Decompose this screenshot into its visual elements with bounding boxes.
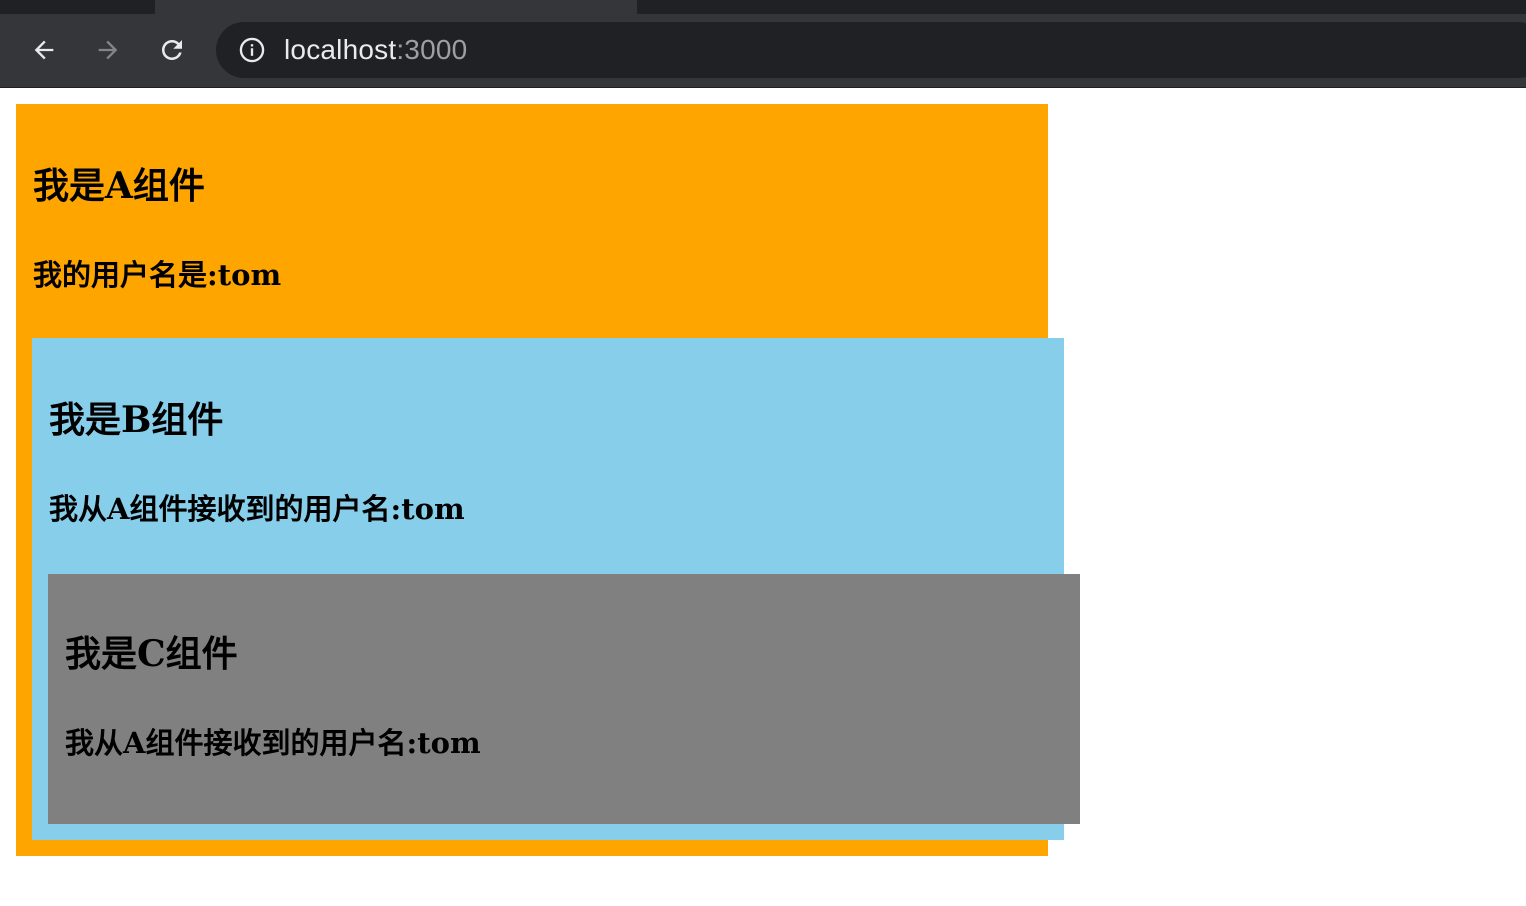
site-info-icon[interactable]: [236, 34, 268, 66]
forward-arrow-icon: [98, 40, 118, 60]
active-tab[interactable]: [155, 0, 637, 14]
reload-button[interactable]: [152, 30, 192, 70]
component-b-username: 我从A组件接收到的用户名:tom: [49, 492, 465, 526]
browser-toolbar: localhost:3000: [0, 0, 1526, 88]
info-icon: [239, 37, 265, 63]
inactive-tab-left[interactable]: [0, 0, 155, 14]
address-bar[interactable]: localhost:3000: [216, 22, 1526, 78]
url-host: localhost: [284, 34, 397, 65]
url-port: :3000: [396, 34, 468, 65]
reload-icon: [162, 40, 182, 60]
back-button[interactable]: [24, 30, 64, 70]
component-b-title: 我是B组件: [49, 399, 224, 441]
component-a-username: 我的用户名是:tom: [33, 258, 282, 292]
url-text[interactable]: localhost:3000: [284, 34, 467, 66]
component-c: 我是C组件 我从A组件接收到的用户名:tom: [48, 574, 1080, 824]
inactive-tab-right[interactable]: [637, 0, 1526, 14]
component-c-title: 我是C组件: [65, 633, 238, 675]
forward-button[interactable]: [88, 30, 128, 70]
component-a-title: 我是A组件: [33, 165, 205, 207]
back-arrow-icon: [34, 40, 54, 60]
page-content: 我是A组件 我的用户名是:tom 我是B组件 我从A组件接收到的用户名:tom …: [0, 88, 1526, 906]
component-c-username: 我从A组件接收到的用户名:tom: [65, 726, 481, 760]
tab-strip: [0, 0, 1526, 14]
